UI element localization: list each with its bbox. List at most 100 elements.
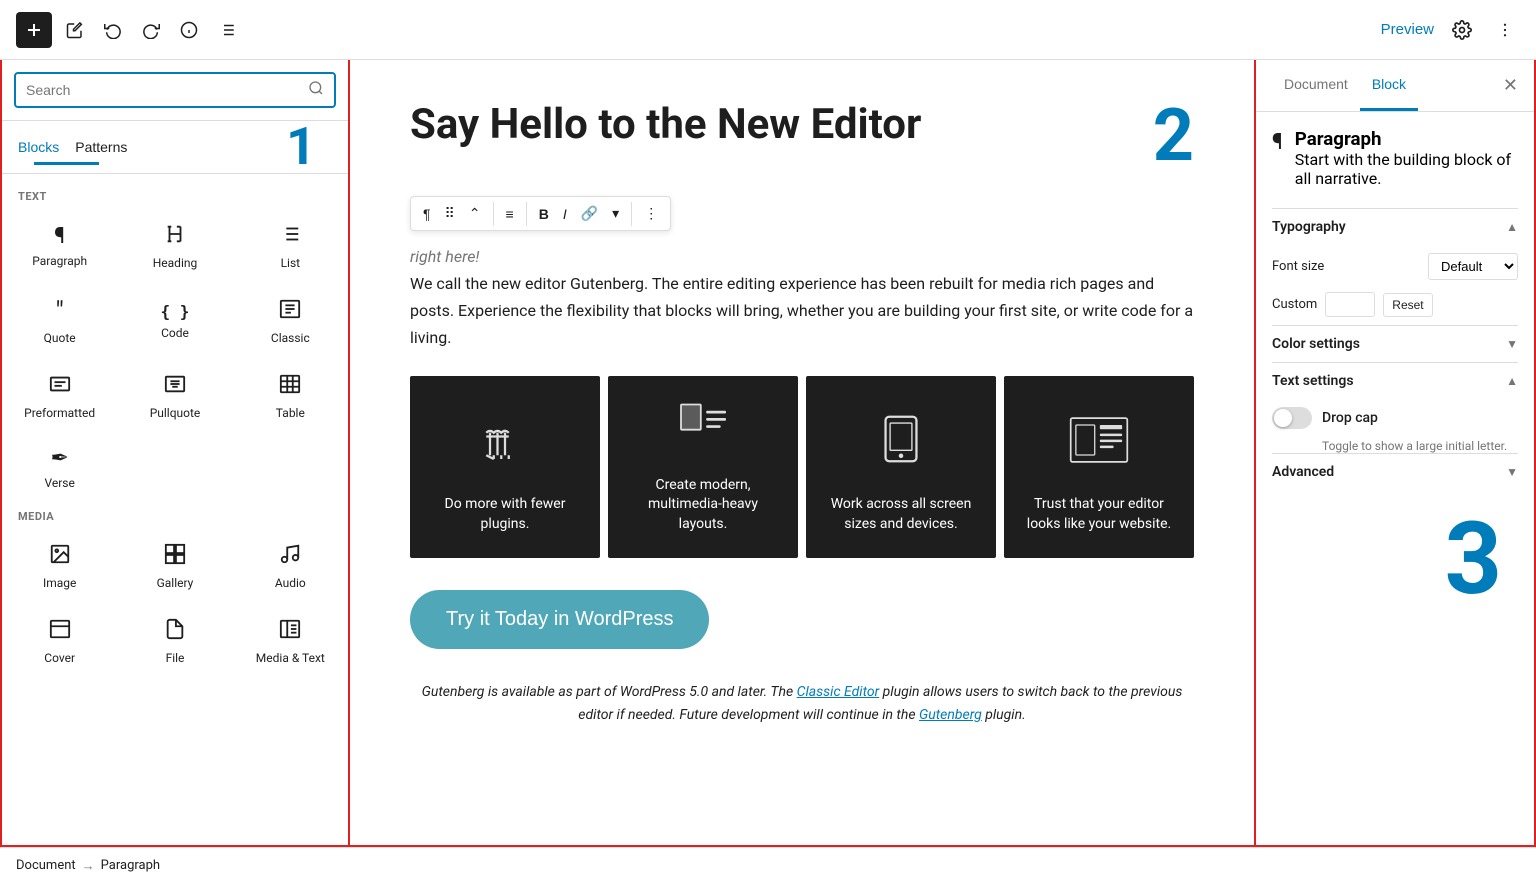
more-options-button[interactable] [1490, 15, 1520, 45]
redo-button[interactable] [136, 15, 166, 45]
feature-card-text-2: Work across all screen sizes and devices… [822, 495, 980, 534]
drop-cap-label: Drop cap [1322, 410, 1378, 426]
breadcrumb-item-2[interactable]: Paragraph [101, 858, 160, 873]
section-label-media: MEDIA [2, 502, 348, 527]
block-item-heading[interactable]: Heading [117, 207, 232, 282]
paragraph-text[interactable]: We call the new editor Gutenberg. The en… [410, 270, 1194, 352]
classic-icon [279, 298, 301, 325]
font-size-select[interactable]: Default Small Normal Medium Large Huge [1428, 253, 1518, 280]
search-input[interactable] [26, 82, 308, 98]
preformatted-icon [49, 373, 71, 400]
block-type-button[interactable]: ¶ [417, 202, 437, 226]
search-icon [308, 80, 324, 100]
preview-button[interactable]: Preview [1381, 21, 1434, 38]
feature-card-3: Trust that your editor looks like your w… [1004, 376, 1194, 559]
close-panel-button[interactable]: ✕ [1503, 75, 1518, 96]
block-item-media-text[interactable]: Media & Text [233, 602, 348, 677]
block-more-options-button[interactable]: ⋮ [638, 201, 664, 226]
block-toolbar: ¶ ⠿ ⌃ ≡ B I 🔗 ▾ ⋮ [410, 196, 671, 231]
feature-card-text-3: Trust that your editor looks like your w… [1020, 495, 1178, 534]
info-button[interactable] [174, 15, 204, 45]
drag-handle-button[interactable]: ⠿ [439, 201, 461, 226]
tab-document[interactable]: Document [1272, 60, 1360, 111]
block-item-verse[interactable]: ✒ Verse [2, 432, 117, 502]
gutenberg-link[interactable]: Gutenberg [919, 707, 982, 723]
media-blocks-grid: Image Gallery Audio [2, 527, 348, 677]
block-description: Start with the building block of all nar… [1295, 150, 1518, 188]
custom-font-size-input[interactable] [1325, 292, 1375, 317]
search-bar [2, 60, 348, 121]
align-button[interactable]: ≡ [500, 202, 520, 226]
quote-icon: " [56, 299, 64, 325]
toggle-knob [1274, 409, 1292, 427]
breadcrumb-item-1[interactable]: Document [16, 858, 76, 873]
text-settings-title: Text settings [1272, 373, 1354, 389]
reset-font-size-button[interactable]: Reset [1383, 293, 1432, 317]
tab-block[interactable]: Block [1360, 60, 1418, 111]
block-item-image[interactable]: Image [2, 527, 117, 602]
color-settings-title: Color settings [1272, 336, 1360, 352]
code-label: Code [161, 326, 189, 340]
verse-icon: ✒ [50, 448, 68, 470]
add-block-button[interactable] [16, 12, 52, 48]
tab-patterns[interactable]: Patterns [75, 129, 127, 165]
move-up-down-button[interactable]: ⌃ [463, 201, 487, 226]
block-item-paragraph[interactable]: ¶ Paragraph [2, 207, 117, 282]
block-item-file[interactable]: File [117, 602, 232, 677]
blocks-content: TEXT ¶ Paragraph Heading [2, 174, 348, 845]
block-info: ¶ Paragraph Start with the building bloc… [1272, 128, 1518, 188]
heading-label: Heading [153, 256, 198, 270]
image-icon [49, 543, 71, 570]
blocks-tabs-row: Blocks Patterns 1 [2, 121, 348, 174]
block-item-cover[interactable]: Cover [2, 602, 117, 677]
feature-card-2: Work across all screen sizes and devices… [806, 376, 996, 559]
block-item-classic[interactable]: Classic [233, 282, 348, 357]
typography-section-header[interactable]: Typography ▲ [1272, 208, 1518, 245]
cover-icon [49, 618, 71, 645]
block-item-gallery[interactable]: Gallery [117, 527, 232, 602]
block-item-pullquote[interactable]: Pullquote [117, 357, 232, 432]
block-info-details: Paragraph Start with the building block … [1295, 128, 1518, 188]
cta-button[interactable]: Try it Today in WordPress [410, 590, 709, 649]
advanced-section-header[interactable]: Advanced ▼ [1272, 453, 1518, 490]
typography-title: Typography [1272, 219, 1346, 235]
block-item-quote[interactable]: " Quote [2, 282, 117, 357]
number-badge-2: 2 [1153, 100, 1194, 172]
color-settings-section-header[interactable]: Color settings ▼ [1272, 325, 1518, 362]
gallery-label: Gallery [157, 576, 194, 590]
block-item-preformatted[interactable]: Preformatted [2, 357, 117, 432]
footer-text: Gutenberg is available as part of WordPr… [410, 681, 1194, 726]
drop-cap-toggle[interactable] [1272, 407, 1312, 429]
block-item-list[interactable]: List [233, 207, 348, 282]
right-panel: Document Block ✕ ¶ Paragraph Start with … [1256, 60, 1536, 847]
toolbar-separator-3 [631, 202, 632, 226]
list-view-button[interactable] [212, 15, 242, 45]
tab-underline [34, 162, 99, 165]
edit-button[interactable] [60, 15, 90, 45]
table-icon [279, 373, 301, 400]
color-settings-chevron: ▼ [1506, 337, 1518, 351]
link-button[interactable]: 🔗 [575, 201, 604, 226]
toolbar-separator-1 [493, 202, 494, 226]
block-name: Paragraph [1295, 128, 1518, 150]
classic-label: Classic [271, 331, 310, 345]
tab-blocks[interactable]: Blocks [18, 129, 59, 165]
italic-button[interactable]: I [557, 202, 573, 226]
right-panel-header: Document Block ✕ [1256, 60, 1534, 112]
classic-editor-link[interactable]: Classic Editor [797, 684, 880, 700]
block-item-code[interactable]: { } Code [117, 282, 232, 357]
settings-button[interactable] [1446, 14, 1478, 46]
toolbar-left [16, 12, 242, 48]
toolbar-right: Preview [1381, 14, 1520, 46]
block-item-table[interactable]: Table [233, 357, 348, 432]
more-rich-text-button[interactable]: ▾ [606, 201, 625, 226]
file-label: File [166, 651, 185, 665]
block-item-audio[interactable]: Audio [233, 527, 348, 602]
feature-card-icon-0 [475, 423, 535, 479]
italic-hint: right here! [410, 247, 1194, 266]
feature-card-text-0: Do more with fewer plugins. [426, 495, 584, 534]
text-settings-section-header[interactable]: Text settings ▲ [1272, 362, 1518, 399]
bold-button[interactable]: B [533, 202, 555, 226]
font-size-label: Font size [1272, 259, 1420, 274]
undo-button[interactable] [98, 15, 128, 45]
